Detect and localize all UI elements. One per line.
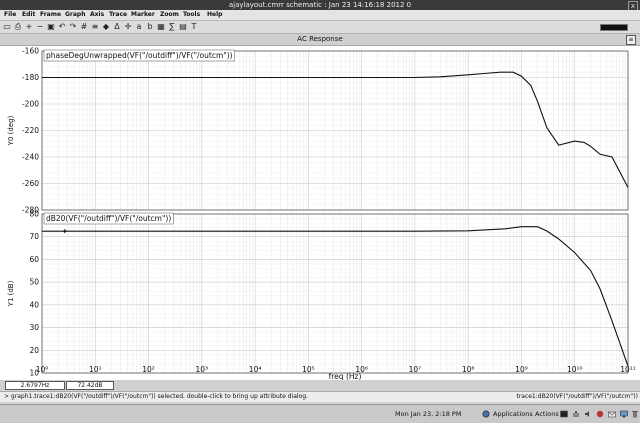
menu-marker[interactable]: Marker [131,10,155,20]
y-tick-label: -260 [22,179,39,188]
x-tick-label: 10² [142,365,155,374]
x-tick-label: 10¹⁰ [567,365,583,374]
menu-trace[interactable]: Trace [109,10,127,20]
marker-icon[interactable]: ◆ [102,23,110,31]
status-bar: > graph1.trace1:dB20(VF("/outdiff")/VF("… [0,391,640,402]
trace-line[interactable] [42,226,629,367]
status-trace: trace1:dB20(VF("/outdiff")/VF("/outcm")) [512,392,638,402]
x-tick-label: 10⁸ [462,365,475,374]
undo-icon[interactable]: ↶ [58,23,66,31]
mail-icon[interactable] [608,410,616,418]
y-tick-label: -240 [22,153,39,162]
menu-zoom[interactable]: Zoom [160,10,179,20]
x-tick-label: 10⁵ [302,365,315,374]
y-tick-label: 40 [29,300,39,309]
y-axis-label: Y1 (dB) [7,280,15,307]
y-tick-label: 20 [29,346,39,355]
desktop-icon[interactable] [620,410,628,418]
x-tick-label: 10¹¹ [620,365,636,374]
x-tick-label: 10¹ [89,365,102,374]
plot-frame [41,213,629,374]
menu-axis[interactable]: Axis [90,10,104,20]
cursor-y-readout: 72.42dB [66,381,114,390]
print-icon[interactable]: ⎙ [14,23,22,31]
y-tick-label: 80 [29,210,39,219]
y-tick-label: 50 [29,278,39,287]
y-tick-label: -180 [22,73,39,82]
volume-icon[interactable] [584,410,592,418]
cursor-b-icon[interactable]: b [146,23,154,31]
trace-label: phaseDegUnwrapped(VF("/outdiff")/VF("/ou… [46,51,233,60]
toolbar: ▭ ⎙ + − ▣ ↶ ↷ # ≡ ◆ Δ ✛ a b ▦ ∑ ▤ T [0,21,640,34]
status-message: > graph1.trace1:dB20(VF("/outdiff")/VF("… [4,393,308,400]
label-icon[interactable]: T [190,23,198,31]
cursor-x-readout: 2.6797Hz [5,381,65,390]
window-title: ajaylayout.cmrr schematic : Jan 23 14:16… [228,1,412,9]
legend-icon[interactable]: ▤ [179,23,187,31]
taskbar: Mon Jan 23, 2:18 PM Applications Actions [0,404,640,423]
clock[interactable]: Mon Jan 23, 2:18 PM [395,405,461,423]
crosshair-icon[interactable]: ✛ [124,23,132,31]
table-icon[interactable]: ▦ [157,23,165,31]
x-tick-label: 10⁰ [36,365,49,374]
x-tick-label: 10⁷ [409,365,422,374]
menu-help[interactable]: Help [207,10,222,20]
actions-menu[interactable]: Actions [535,405,559,423]
y-tick-label: 70 [29,232,39,241]
y-tick-label: 30 [29,323,39,332]
window-titlebar: ajaylayout.cmrr schematic : Jan 23 14:16… [0,0,640,11]
applications-menu[interactable]: Applications [493,405,533,423]
plot-area[interactable]: -160 -180 -200 -220 -240 -260 -280 Y0 (deg) phas… [0,46,640,382]
redo-icon[interactable]: ↷ [69,23,77,31]
trace-label: dB20(VF("/outdiff")/VF("/outcm")) [46,214,171,223]
trash-icon[interactable] [631,410,639,418]
calc-icon[interactable]: ∑ [168,23,176,31]
y-tick-label: 60 [29,255,39,264]
zoom-in-icon[interactable]: + [25,23,33,31]
menu-graph[interactable]: Graph [65,10,86,20]
trace-line[interactable] [42,71,629,188]
header-menu-button[interactable]: ≡ [626,35,636,45]
x-tick-label: 10⁹ [515,365,528,374]
plot-title: AC Response [297,35,343,43]
terminal-icon[interactable] [560,410,568,418]
menu-file[interactable]: File [4,10,16,20]
y-tick-label: -220 [22,126,39,135]
network-icon[interactable] [572,410,580,418]
zoom-slider[interactable] [600,24,628,31]
y-axis-label: Y0 (deg) [7,115,15,146]
fit-icon[interactable]: ▣ [47,23,55,31]
y-tick-label: -160 [22,47,39,56]
cursor-readout-bar: 2.6797Hz 72.42dB [0,380,640,390]
strip-icon[interactable]: ≡ [91,23,99,31]
delta-icon[interactable]: Δ [113,23,121,31]
menu-bar: File Edit Frame Graph Axis Trace Marker Zoom Too… [0,10,640,21]
plot-header: AC Response ≡ [0,34,640,46]
chart-canvas[interactable]: -160-180-200-220-240-260-280Y0 (deg)phas… [0,46,640,382]
x-axis-label: freq (Hz) [329,372,362,380]
x-tick-label: 10⁴ [249,365,262,374]
zoom-out-icon[interactable]: − [36,23,44,31]
menu-tools[interactable]: Tools [183,10,200,20]
menu-frame[interactable]: Frame [40,10,61,20]
x-tick-label: 10³ [196,365,209,374]
y-tick-label: -200 [22,100,39,109]
grid-icon[interactable]: # [80,23,88,31]
cursor-a-icon[interactable]: a [135,23,143,31]
update-icon[interactable] [596,410,604,418]
new-icon[interactable]: ▭ [3,23,11,31]
applications-icon[interactable] [482,410,490,418]
menu-edit[interactable]: Edit [22,10,35,20]
